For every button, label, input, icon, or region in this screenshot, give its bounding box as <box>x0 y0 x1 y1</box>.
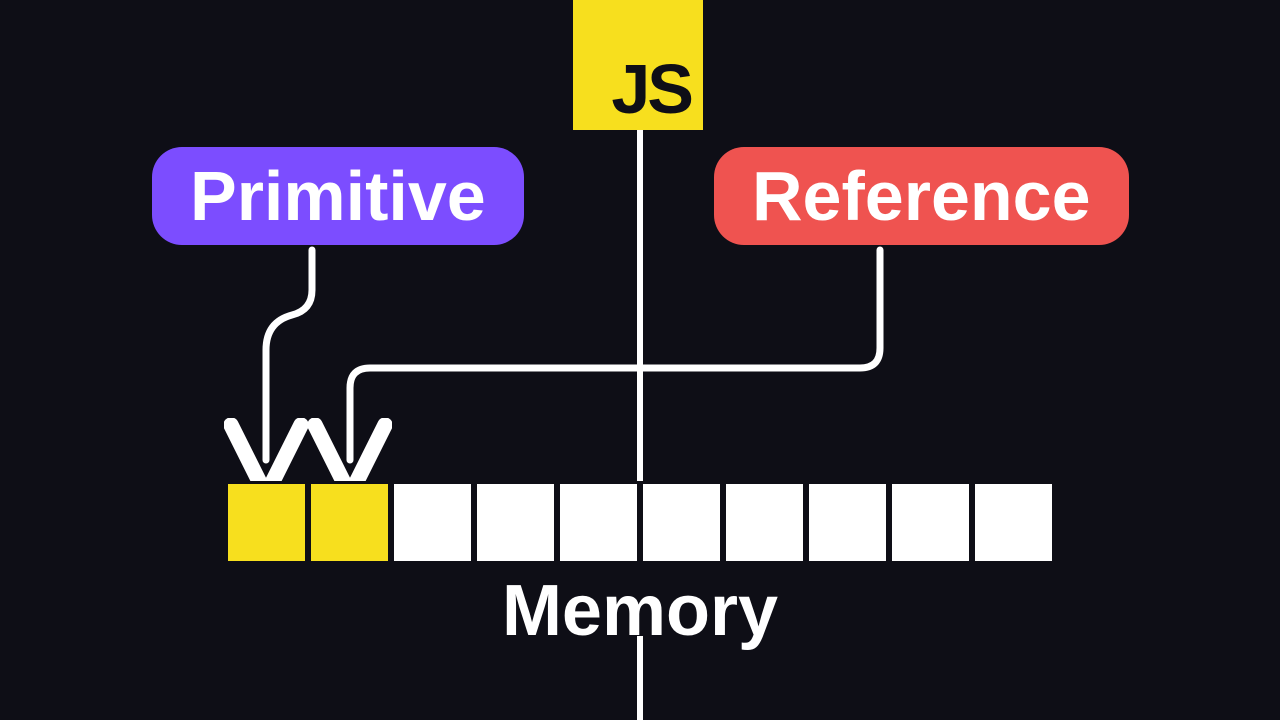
memory-cell-7 <box>806 481 889 564</box>
memory-cells <box>225 481 1055 564</box>
reference-pill: Reference <box>714 147 1129 245</box>
memory-cell-5 <box>640 481 723 564</box>
memory-cell-8 <box>889 481 972 564</box>
primitive-label: Primitive <box>190 157 486 235</box>
js-badge: JS <box>573 0 703 130</box>
memory-cell-1 <box>308 481 391 564</box>
center-connector-bottom <box>637 636 643 720</box>
primitive-arrow <box>266 250 312 460</box>
memory-cell-9 <box>972 481 1055 564</box>
reference-arrow <box>350 250 880 460</box>
memory-cell-2 <box>391 481 474 564</box>
memory-cell-4 <box>557 481 640 564</box>
memory-cell-6 <box>723 481 806 564</box>
memory-cell-0 <box>225 481 308 564</box>
primitive-pill: Primitive <box>152 147 524 245</box>
js-badge-label: JS <box>611 54 691 124</box>
center-connector-top <box>637 130 643 481</box>
memory-cell-3 <box>474 481 557 564</box>
reference-label: Reference <box>752 157 1091 235</box>
